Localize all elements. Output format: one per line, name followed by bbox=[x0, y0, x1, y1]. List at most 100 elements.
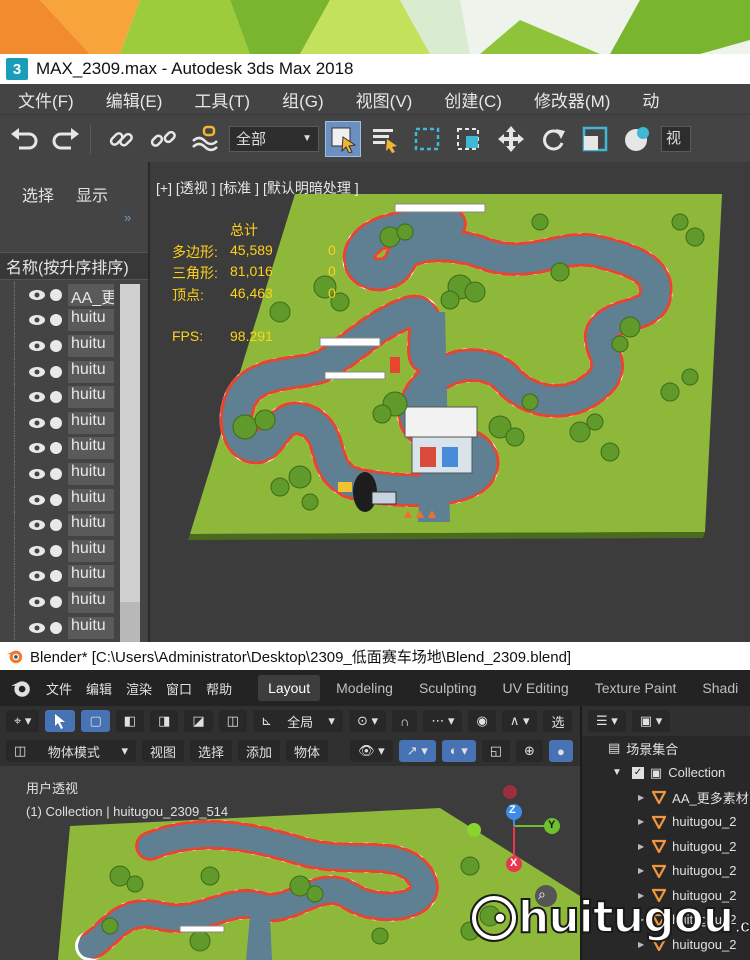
object-name[interactable]: huitu bbox=[68, 360, 114, 383]
visibility-eye-icon[interactable] bbox=[28, 340, 46, 352]
tab-layout[interactable]: Layout bbox=[258, 675, 321, 701]
gizmo-x-label[interactable]: X bbox=[510, 857, 517, 869]
scene-list-scrollbar[interactable] bbox=[120, 284, 140, 644]
undo-icon[interactable] bbox=[6, 121, 42, 157]
outliner-item[interactable]: ▶ AA_更多素材 bbox=[582, 785, 750, 810]
bind-space-warp-icon[interactable] bbox=[187, 121, 223, 157]
select-object-icon[interactable] bbox=[325, 120, 361, 157]
tab-texture-paint[interactable]: Texture Paint bbox=[585, 675, 687, 701]
expand-arrow-icon[interactable]: ▶ bbox=[638, 793, 644, 802]
visibility-eye-icon[interactable] bbox=[28, 622, 46, 634]
freeze-toggle-icon[interactable] bbox=[50, 288, 62, 301]
freeze-toggle-icon[interactable] bbox=[50, 339, 62, 352]
freeze-toggle-icon[interactable] bbox=[50, 365, 62, 378]
outliner-item[interactable]: ▶ huitugou_2 bbox=[582, 859, 750, 884]
menu-create[interactable]: 创建(C) bbox=[444, 87, 502, 112]
object-name[interactable]: AA_更 bbox=[68, 283, 114, 306]
falloff-curve-icon[interactable]: ∧ ▾ bbox=[501, 710, 538, 732]
visibility-eye-icon[interactable] bbox=[28, 366, 46, 378]
object-name[interactable]: huitu bbox=[68, 437, 114, 460]
object-name[interactable]: huitu bbox=[68, 616, 114, 639]
proportional-edit-icon[interactable]: ◉ bbox=[468, 710, 496, 732]
gizmo-z-label[interactable]: Z bbox=[509, 804, 516, 816]
menu-file[interactable]: 文件(F) bbox=[18, 87, 74, 112]
redo-icon[interactable] bbox=[48, 121, 84, 157]
header-overflow-select[interactable]: 选 bbox=[543, 710, 573, 732]
checkbox-icon[interactable]: ✓ bbox=[631, 766, 644, 779]
snap-increment-icon[interactable]: ⋯ ▾ bbox=[423, 710, 463, 732]
select-mode-intersect-icon[interactable]: ◫ bbox=[218, 710, 247, 732]
visibility-eye-icon[interactable] bbox=[28, 417, 46, 429]
pivot-point-icon[interactable]: ⊙ ▾ bbox=[348, 710, 386, 732]
expand-arrow-icon[interactable]: ▼ bbox=[612, 767, 622, 778]
visibility-eye-icon[interactable]: 👁 ▾ bbox=[350, 740, 393, 762]
object-mode-dropdown[interactable]: ◫ 物体模式 ▾ bbox=[6, 740, 136, 762]
freeze-toggle-icon[interactable] bbox=[50, 442, 62, 455]
visibility-eye-icon[interactable] bbox=[28, 314, 46, 326]
visibility-eye-icon[interactable] bbox=[28, 570, 46, 582]
menu-add[interactable]: 添加 bbox=[238, 740, 281, 762]
selection-filter-dropdown[interactable]: 全部 ▼ bbox=[229, 125, 319, 152]
object-name[interactable]: huitu bbox=[68, 411, 114, 434]
tab-shading[interactable]: Shadi bbox=[692, 675, 748, 701]
display-mode-icon[interactable]: ▣ ▾ bbox=[631, 710, 671, 732]
visibility-eye-icon[interactable] bbox=[28, 391, 46, 403]
expand-arrow-icon[interactable]: ▶ bbox=[638, 866, 644, 875]
menu-group[interactable]: 组(G) bbox=[282, 87, 324, 112]
select-mode-invert-icon[interactable]: ◪ bbox=[184, 710, 213, 732]
object-name[interactable]: huitu bbox=[68, 514, 114, 537]
freeze-toggle-icon[interactable] bbox=[50, 544, 62, 557]
gizmo-y-label[interactable]: Y bbox=[548, 819, 555, 831]
freeze-toggle-icon[interactable] bbox=[50, 621, 62, 634]
max-perspective-viewport[interactable]: [+] [透视 ] [标准 ] [默认明暗处理 ] 总计 多边形: 45,589… bbox=[148, 162, 750, 642]
object-name[interactable]: huitu bbox=[68, 488, 114, 511]
toolbar-overflow-field[interactable]: 视 bbox=[661, 125, 691, 152]
object-name[interactable]: huitu bbox=[68, 334, 114, 357]
rectangular-selection-icon[interactable] bbox=[409, 121, 445, 157]
menu-modifiers[interactable]: 修改器(M) bbox=[534, 87, 610, 112]
menu-window[interactable]: 窗口 bbox=[166, 679, 192, 698]
expand-arrow-icon[interactable]: ▶ bbox=[638, 817, 644, 826]
tab-sculpting[interactable]: Sculpting bbox=[409, 675, 487, 701]
menu-views[interactable]: 视图(V) bbox=[356, 87, 413, 112]
object-name[interactable]: huitu bbox=[68, 565, 114, 588]
unlink-icon[interactable] bbox=[145, 121, 181, 157]
visibility-eye-icon[interactable] bbox=[28, 596, 46, 608]
freeze-toggle-icon[interactable] bbox=[50, 595, 62, 608]
snap-magnet-icon[interactable]: ∩ bbox=[391, 710, 418, 732]
outliner-item[interactable]: ▶ huitugou_2 bbox=[582, 834, 750, 859]
freeze-toggle-icon[interactable] bbox=[50, 467, 62, 480]
expand-arrow-icon[interactable]: » bbox=[124, 210, 131, 225]
expand-arrow-icon[interactable]: ▶ bbox=[638, 842, 644, 851]
select-mode-extend-icon[interactable]: ◧ bbox=[115, 710, 145, 732]
name-column-header[interactable]: 名称(按升序排序) bbox=[0, 252, 148, 280]
visibility-eye-icon[interactable] bbox=[28, 545, 46, 557]
scrollbar-thumb[interactable] bbox=[120, 284, 140, 602]
menu-edit[interactable]: 编辑 bbox=[86, 679, 112, 698]
shading-solid-icon[interactable]: ● bbox=[548, 740, 573, 762]
menu-select[interactable]: 选择 bbox=[190, 740, 233, 762]
freeze-toggle-icon[interactable] bbox=[50, 416, 62, 429]
editor-type-icon[interactable]: ☰ ▾ bbox=[588, 710, 626, 732]
select-by-name-icon[interactable] bbox=[367, 121, 403, 157]
outliner-scene-collection[interactable]: ▤ 场景集合 bbox=[582, 736, 750, 761]
object-name[interactable]: huitu bbox=[68, 386, 114, 409]
tab-display[interactable]: 显示 bbox=[76, 182, 108, 206]
window-crossing-icon[interactable] bbox=[451, 121, 487, 157]
menu-render[interactable]: 渲染 bbox=[126, 679, 152, 698]
overlay-toggle-icon[interactable]: ◐ ▾ bbox=[441, 740, 476, 762]
freeze-toggle-icon[interactable] bbox=[50, 314, 62, 327]
freeze-toggle-icon[interactable] bbox=[50, 391, 62, 404]
outliner-item[interactable]: ▶ huitugou_2 bbox=[582, 810, 750, 835]
tab-select[interactable]: 选择 bbox=[22, 182, 54, 206]
scale-icon[interactable] bbox=[577, 121, 613, 157]
gizmo-toggle-icon[interactable]: ↗ ▾ bbox=[398, 740, 436, 762]
object-name[interactable]: huitu bbox=[68, 309, 114, 332]
menu-animation[interactable]: 动 bbox=[642, 87, 659, 112]
visibility-eye-icon[interactable] bbox=[28, 519, 46, 531]
xray-toggle-icon[interactable]: ◱ bbox=[481, 740, 511, 762]
object-name[interactable]: huitu bbox=[68, 590, 114, 613]
visibility-eye-icon[interactable] bbox=[28, 494, 46, 506]
blender-menu-icon[interactable] bbox=[10, 677, 32, 699]
move-icon[interactable] bbox=[493, 121, 529, 157]
